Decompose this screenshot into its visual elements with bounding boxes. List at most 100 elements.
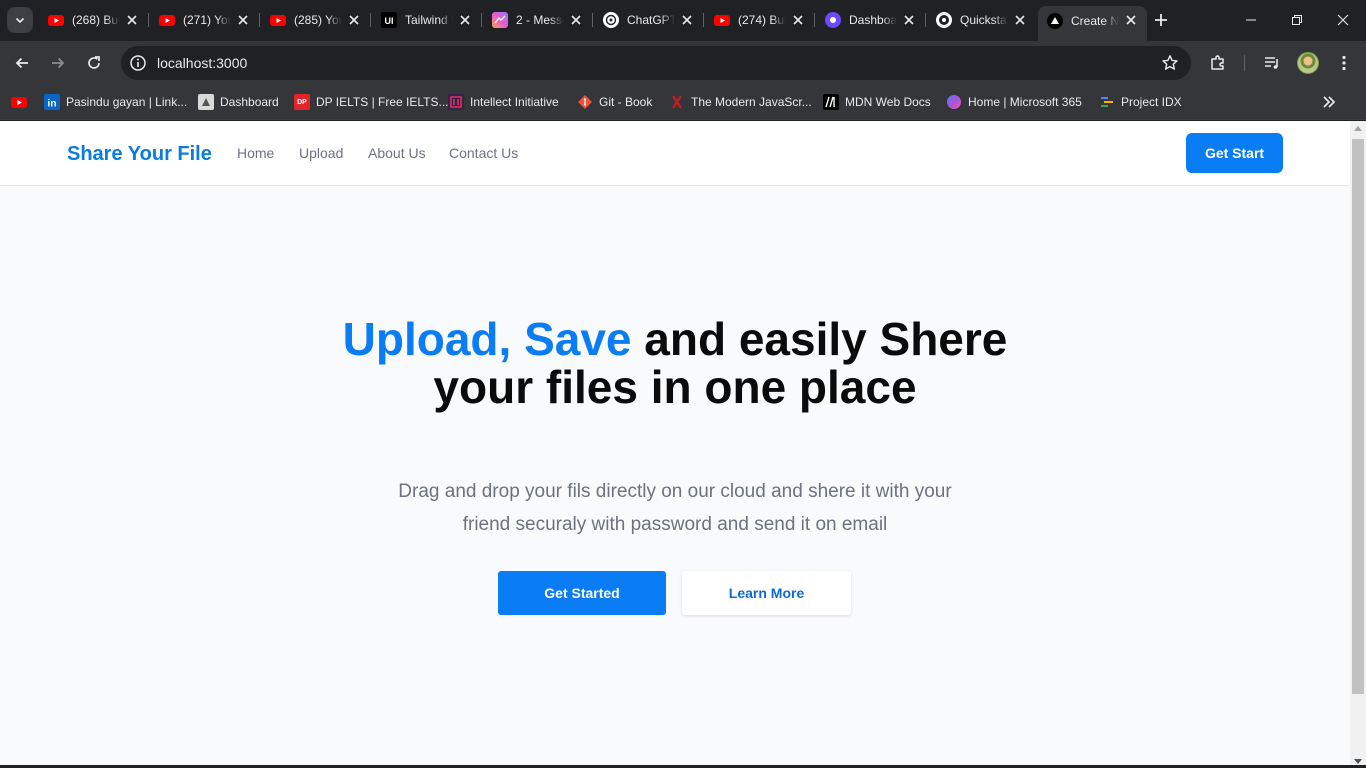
git-icon [578, 95, 592, 109]
tab-title: Tailwind UI [405, 13, 453, 27]
web-page: Share Your File Home Upload About Us Con… [0, 121, 1350, 768]
close-icon[interactable] [235, 12, 251, 28]
new-tab-icon[interactable] [1150, 9, 1172, 31]
youtube-icon [48, 15, 64, 26]
scrollbar-thumb[interactable] [1352, 139, 1364, 694]
restore-icon [1292, 15, 1302, 25]
clerk-icon [825, 12, 841, 28]
browser-tab[interactable]: 2 - Messenger [483, 5, 593, 35]
bookmark-mdn[interactable]: MDN Web Docs [823, 93, 931, 111]
chevron-down-icon [15, 17, 25, 24]
bookmark-youtube[interactable] [11, 93, 33, 111]
scroll-up-arrow-icon[interactable] [1354, 126, 1362, 131]
menu-button[interactable] [1332, 51, 1356, 75]
tab-title: ChatGPT [627, 13, 675, 27]
bookmark-label: DP IELTS | Free IELTS... [316, 95, 449, 109]
tailwind-ui-icon: UI [381, 12, 397, 28]
bookmark-label: Project IDX [1121, 95, 1182, 109]
dp-ielts-icon: DP [294, 94, 310, 110]
close-icon[interactable] [1012, 12, 1028, 28]
bookmark-dp-ielts[interactable]: DP DP IELTS | Free IELTS... [294, 93, 449, 111]
close-window-button[interactable] [1320, 0, 1366, 40]
get-start-button[interactable]: Get Start [1186, 133, 1283, 173]
site-brand[interactable]: Share Your File [67, 142, 212, 166]
tab-divider [259, 13, 260, 27]
tab-title: Dashboard [849, 13, 897, 27]
bookmark-dashboard[interactable]: Dashboard [198, 93, 279, 111]
reload-button[interactable] [82, 51, 106, 75]
svg-text:DP: DP [297, 99, 307, 106]
tab-title: (274) Building [738, 13, 786, 27]
linkedin-icon: in [44, 94, 60, 110]
hero-title-highlight: Upload, Save [342, 313, 632, 365]
bookmark-label: Git - Book [599, 95, 653, 109]
intellect-icon [448, 94, 464, 110]
profile-avatar[interactable] [1297, 52, 1319, 74]
tab-title: (285) YouTube [294, 13, 342, 27]
site-info-icon[interactable] [129, 54, 147, 72]
bookmark-modern-javascript[interactable]: The Modern JavaScr... [669, 93, 812, 111]
project-idx-icon [1101, 97, 1113, 107]
close-icon[interactable] [901, 12, 917, 28]
address-bar[interactable]: localhost:3000 [121, 46, 1191, 80]
browser-tab[interactable]: Dashboard [816, 5, 926, 35]
browser-tab[interactable]: UI Tailwind UI [372, 5, 482, 35]
minimize-button[interactable] [1228, 0, 1274, 40]
nav-link-home[interactable]: Home [237, 145, 274, 162]
browser-tab[interactable]: (268) Building [39, 5, 149, 35]
toolbar-divider [1244, 55, 1245, 71]
nav-link-upload[interactable]: Upload [299, 145, 343, 162]
dashboard-icon [198, 94, 214, 110]
puzzle-icon [1211, 55, 1224, 70]
learn-more-button[interactable]: Learn More [682, 571, 851, 615]
nav-link-contact-us[interactable]: Contact Us [449, 145, 518, 162]
browser-toolbar: localhost:3000 [0, 41, 1366, 85]
site-navbar: Share Your File Home Upload About Us Con… [0, 121, 1350, 186]
clerk-dark-icon [936, 12, 952, 28]
chevron-double-right-icon[interactable] [1320, 93, 1338, 111]
tab-divider [148, 13, 149, 27]
bookmark-label: The Modern JavaScr... [691, 95, 812, 109]
url-text[interactable]: localhost:3000 [157, 55, 247, 71]
browser-tab[interactable]: (274) Building [705, 5, 815, 35]
browser-tab[interactable]: Quickstart [927, 5, 1036, 35]
microsoft-365-icon [947, 95, 961, 109]
close-icon[interactable] [457, 12, 473, 28]
tab-search-button[interactable] [7, 7, 33, 33]
bookmark-star-icon[interactable] [1161, 54, 1179, 72]
bookmark-linkedin[interactable]: in Pasindu gayan | Link... [44, 93, 187, 111]
bookmark-git-book[interactable]: Git - Book [577, 93, 652, 111]
close-icon[interactable] [679, 12, 695, 28]
scroll-down-arrow-icon[interactable] [1354, 759, 1362, 764]
close-icon[interactable] [790, 12, 806, 28]
browser-tab[interactable]: (271) YouTube [150, 5, 260, 35]
back-button[interactable] [10, 51, 34, 75]
media-controls-button[interactable] [1260, 51, 1284, 75]
extensions-button[interactable] [1206, 51, 1230, 75]
youtube-icon [270, 15, 286, 26]
browser-tab[interactable]: ChatGPT [594, 5, 704, 35]
close-icon[interactable] [124, 12, 140, 28]
get-started-button[interactable]: Get Started [498, 571, 666, 615]
arrow-left-icon [15, 57, 28, 69]
close-icon[interactable] [346, 12, 362, 28]
forward-button[interactable] [46, 51, 70, 75]
tab-divider [481, 13, 482, 27]
browser-tab-active[interactable]: Create Next App [1038, 6, 1147, 41]
reload-icon [88, 56, 100, 69]
close-icon[interactable] [1123, 12, 1139, 28]
nav-link-about-us[interactable]: About Us [368, 145, 426, 162]
bookmark-label: Pasindu gayan | Link... [66, 95, 188, 109]
bookmark-intellect-initiative[interactable]: Intellect Initiative [448, 93, 559, 111]
bookmark-label: Intellect Initiative [470, 95, 559, 109]
chatgpt-icon [603, 12, 619, 28]
browser-tab[interactable]: (285) YouTube [261, 5, 371, 35]
bookmark-project-idx[interactable]: Project IDX [1099, 93, 1182, 111]
bookmark-label: MDN Web Docs [845, 95, 931, 109]
restore-button[interactable] [1274, 0, 1320, 40]
bookmark-microsoft-365[interactable]: Home | Microsoft 365 [946, 93, 1082, 111]
close-icon[interactable] [568, 12, 584, 28]
page-scrollbar[interactable] [1350, 121, 1366, 768]
nextjs-icon [1047, 13, 1063, 29]
tab-title: (271) YouTube [183, 13, 231, 27]
